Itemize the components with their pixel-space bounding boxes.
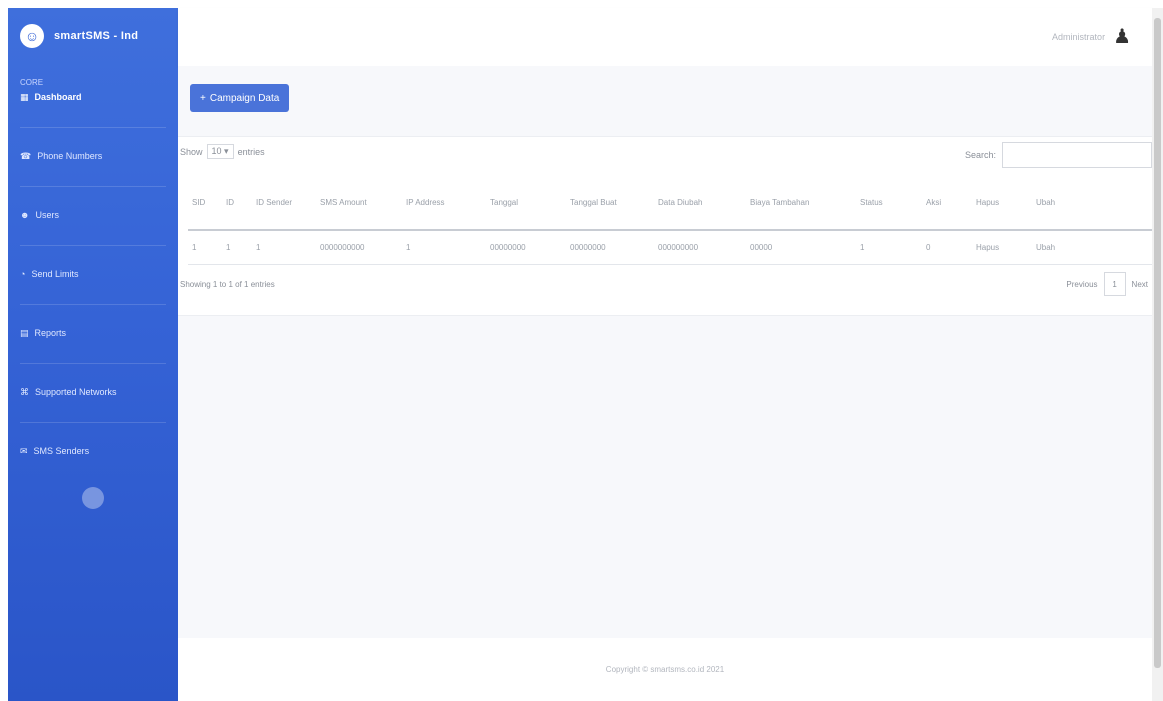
column-header-aksi[interactable]: Aksi xyxy=(922,178,972,231)
sidebar-item-users[interactable]: ☻ Users xyxy=(8,205,178,225)
add-campaign-data-button[interactable]: + Campaign Data xyxy=(190,84,290,112)
entries-per-page-select[interactable]: 10 ▾ xyxy=(206,144,234,159)
sender-icon: ✉ xyxy=(20,445,28,456)
sidebar-item-dashboard[interactable]: ▦ Dashboard xyxy=(8,87,178,107)
sidebar-item-label: Send Limits xyxy=(31,269,79,279)
table-cell: 1 xyxy=(856,230,922,265)
table-cell: 000000000 xyxy=(654,230,746,265)
column-header-id[interactable]: ID xyxy=(222,178,252,231)
add-button-label: Campaign Data xyxy=(209,92,280,104)
column-header-sms-amount[interactable]: SMS Amount xyxy=(316,178,402,231)
column-header-id-sender[interactable]: ID Sender xyxy=(252,178,316,231)
footer: Copyright © smartsms.co.id 2021 xyxy=(178,638,1152,701)
search-label: Search: xyxy=(964,150,996,160)
column-header-ubah[interactable]: Ubah xyxy=(1032,178,1152,231)
network-icon: ⌘ xyxy=(20,386,29,397)
sidebar-item-send-limits[interactable]: ◔ Send Limits xyxy=(8,264,178,284)
sidebar-heading: CORE xyxy=(20,78,44,87)
column-header-tanggal[interactable]: Tanggal xyxy=(486,178,566,231)
sidebar-item-label: Dashboard xyxy=(34,92,82,102)
plus-icon: + xyxy=(200,92,206,104)
delete-link[interactable]: Hapus xyxy=(972,230,1032,265)
main-content: + Campaign Data Show 10 ▾ entries Search… xyxy=(178,66,1152,638)
search-control: Search: xyxy=(965,142,1152,168)
scrollbar-thumb[interactable] xyxy=(1154,18,1161,668)
column-header-hapus[interactable]: Hapus xyxy=(972,178,1032,231)
sidebar-item-phone-numbers[interactable]: ☎ Phone Numbers xyxy=(8,146,178,166)
sidebar-divider xyxy=(20,186,166,187)
dashboard-icon: ▦ xyxy=(20,91,29,102)
phone-icon: ☎ xyxy=(20,150,32,161)
table-cell: 00000000 xyxy=(566,230,654,265)
table-cell: 0000000000 xyxy=(316,230,402,265)
table-cell: 1 xyxy=(188,230,222,265)
table-cell: 1 xyxy=(402,230,486,265)
sidebar-toggle-button[interactable] xyxy=(82,487,104,509)
column-header-status[interactable]: Status xyxy=(856,178,922,231)
entries-label: entries xyxy=(237,146,265,157)
user-icon[interactable]: ♟ xyxy=(1113,27,1131,47)
search-input[interactable] xyxy=(1002,142,1152,168)
sidebar-item-reports[interactable]: ▤ Reports xyxy=(8,323,178,343)
sidebar-item-label: Phone Numbers xyxy=(37,151,103,161)
table-cell: 1 xyxy=(252,230,316,265)
limits-icon: ◔ xyxy=(20,269,26,279)
sidebar-divider xyxy=(20,363,166,364)
sidebar-divider xyxy=(20,422,166,423)
column-header-ip-address[interactable]: IP Address xyxy=(402,178,486,231)
table-cell: 1 xyxy=(222,230,252,265)
reports-icon: ▤ xyxy=(20,327,29,338)
data-table: SID ID ID Sender SMS Amount IP Address T… xyxy=(188,178,1152,265)
show-entries-control: Show 10 ▾ entries xyxy=(180,144,265,159)
show-label: Show xyxy=(180,146,203,157)
table-header-row: SID ID ID Sender SMS Amount IP Address T… xyxy=(188,178,1152,231)
column-header-biaya-tambahan[interactable]: Biaya Tambahan xyxy=(746,178,856,231)
sidebar-item-supported-networks[interactable]: ⌘ Supported Networks xyxy=(8,382,178,402)
sidebar-item-label: Supported Networks xyxy=(35,387,117,397)
table-cell: 00000 xyxy=(746,230,856,265)
sidebar-divider xyxy=(20,304,166,305)
table-row: 1 1 1 0000000000 1 00000000 00000000 000… xyxy=(188,230,1152,265)
sidebar-item-label: Reports xyxy=(34,328,67,338)
next-page-button[interactable]: Next xyxy=(1132,280,1148,289)
edit-link[interactable]: Ubah xyxy=(1032,230,1152,265)
pagination: Previous 1 Next xyxy=(1066,272,1148,296)
table-cell: 00000000 xyxy=(486,230,566,265)
brand-name: smartSMS - Ind xyxy=(54,30,139,42)
entries-per-page-value: 10 xyxy=(211,146,222,156)
sidebar-item-label: SMS Senders xyxy=(33,446,90,456)
users-icon: ☻ xyxy=(20,210,30,220)
smiley-logo-icon: ☺ xyxy=(20,24,44,48)
table-info: Showing 1 to 1 of 1 entries xyxy=(180,280,275,289)
column-header-data-diubah[interactable]: Data Diubah xyxy=(654,178,746,231)
topbar: Administrator ♟ xyxy=(178,8,1155,66)
table-cell: 0 xyxy=(922,230,972,265)
footer-copyright: Copyright © smartsms.co.id 2021 xyxy=(605,665,725,674)
page-number-button[interactable]: 1 xyxy=(1103,272,1126,296)
user-name[interactable]: Administrator xyxy=(1052,32,1105,42)
brand[interactable]: ☺ smartSMS - Ind xyxy=(8,8,178,64)
previous-page-button[interactable]: Previous xyxy=(1066,280,1097,289)
column-header-tanggal-buat[interactable]: Tanggal Buat xyxy=(566,178,654,231)
sidebar-divider xyxy=(20,127,166,128)
sidebar-divider xyxy=(20,245,166,246)
sidebar-item-sms-senders[interactable]: ✉ SMS Senders xyxy=(8,441,178,461)
page-scrollbar[interactable] xyxy=(1152,8,1163,701)
sidebar: ☺ smartSMS - Ind CORE ▦ Dashboard ☎ Phon… xyxy=(8,8,178,701)
sidebar-item-label: Users xyxy=(35,210,59,220)
column-header-sid[interactable]: SID xyxy=(188,178,222,231)
